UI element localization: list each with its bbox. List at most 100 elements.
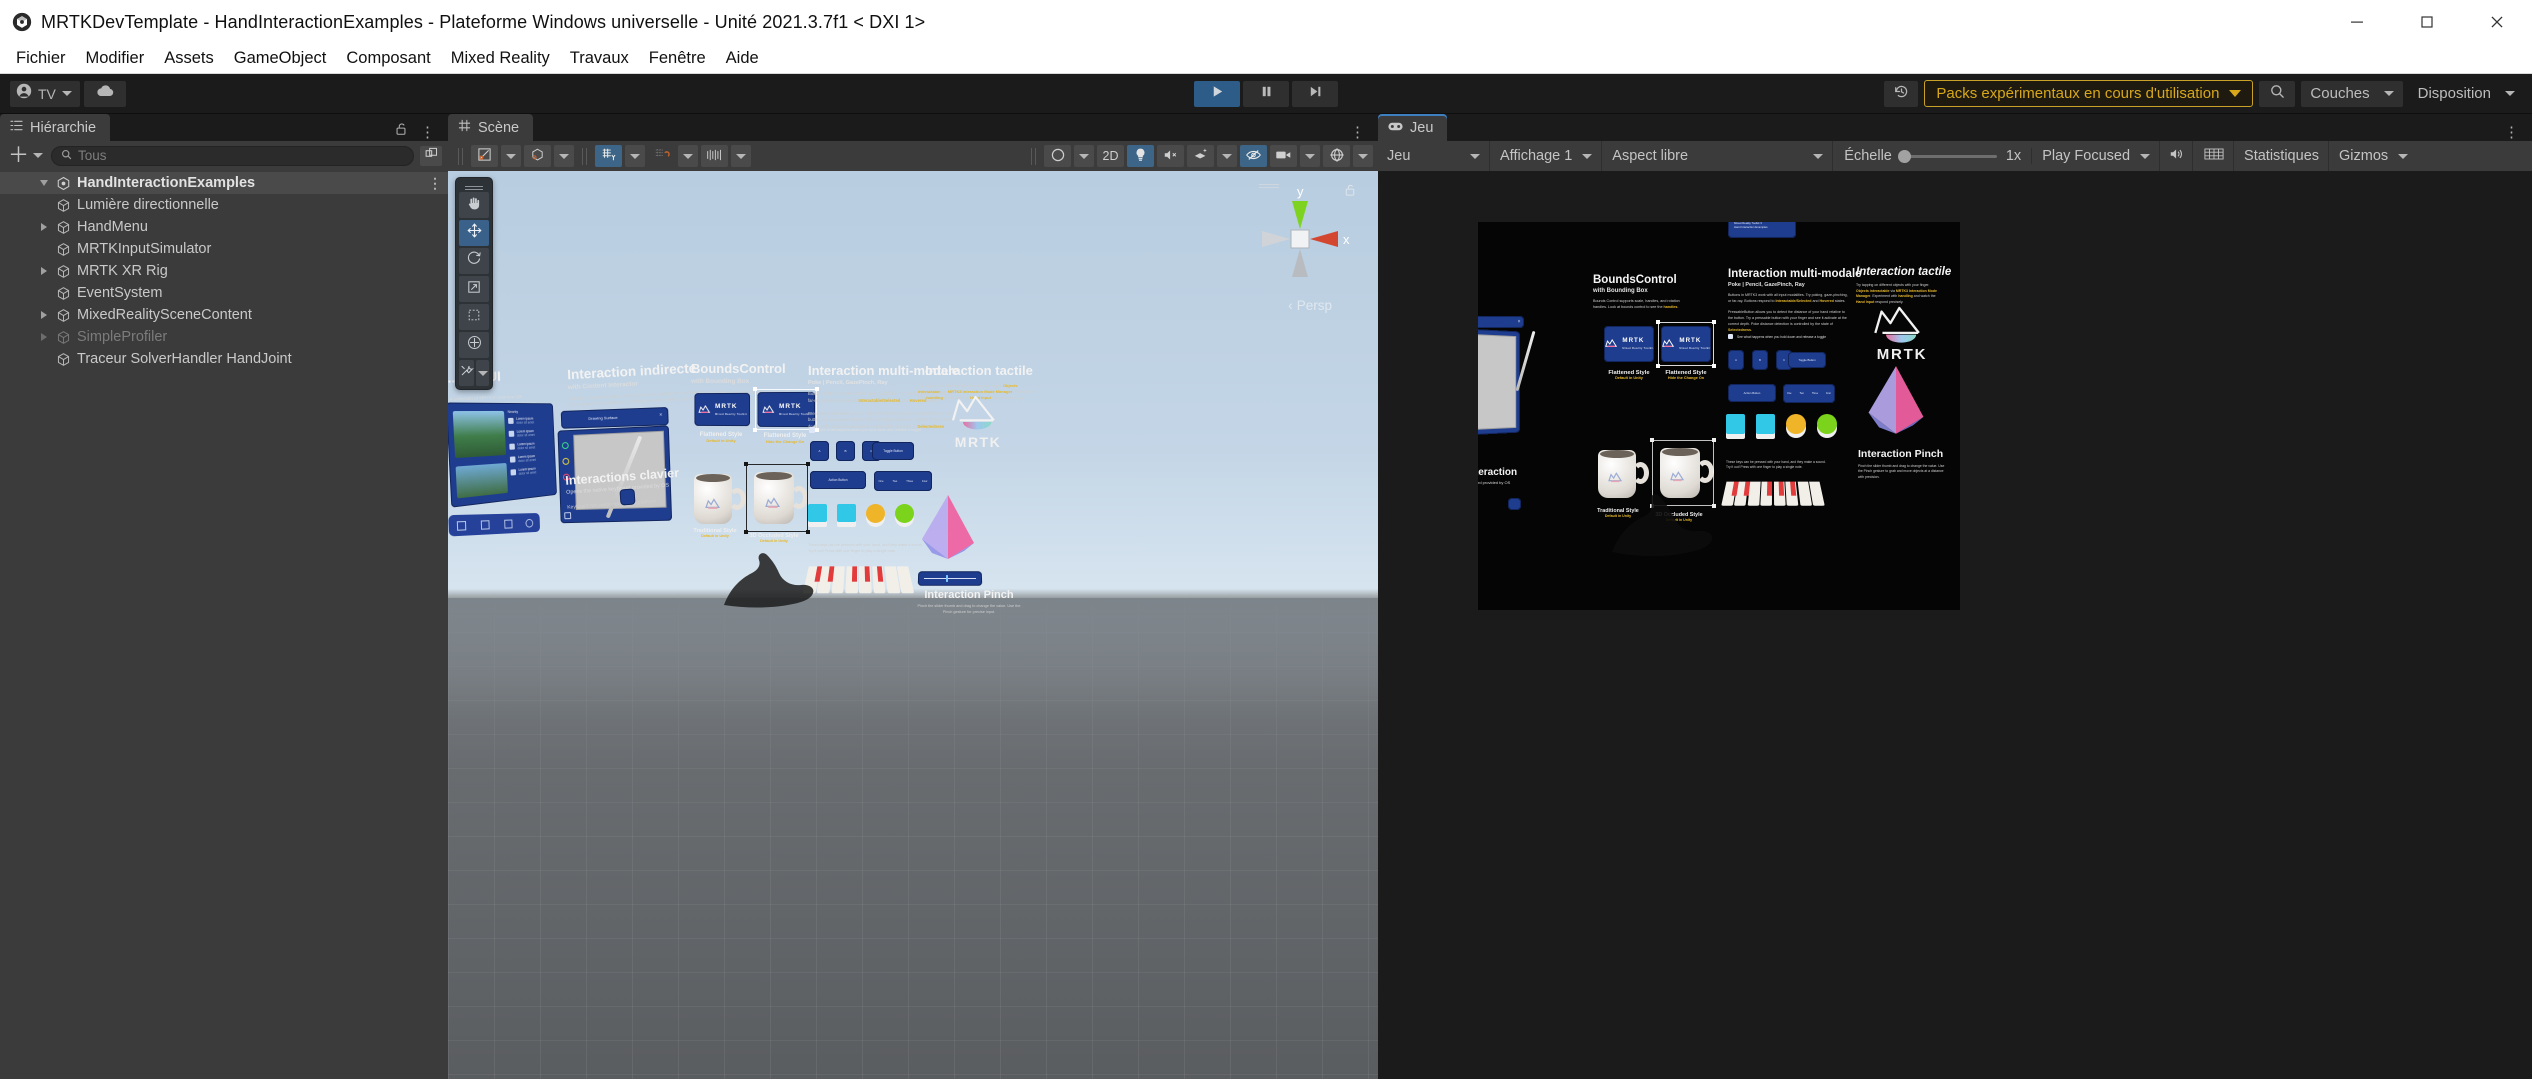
scene-axis-gizmo[interactable]: y x	[1240, 179, 1360, 299]
tree-item-lumiere-directionnelle[interactable]: Lumière directionnelle	[0, 194, 448, 216]
lock-open-icon[interactable]	[394, 122, 408, 141]
maximize-icon[interactable]	[2392, 0, 2462, 44]
game-stats-grid-button[interactable]	[2194, 141, 2234, 171]
game-object-mrtk-slate-a: MRTKMixed Reality Toolkit	[1604, 326, 1654, 362]
game-display-number[interactable]: Affichage 1	[1491, 141, 1602, 171]
draw-mode-dropdown[interactable]	[554, 145, 574, 167]
tree-item-eventsystem[interactable]: EventSystem	[0, 282, 448, 304]
game-gizmos-button[interactable]: Gizmos	[2330, 141, 2417, 171]
scene-camera-button[interactable]	[1270, 145, 1297, 167]
scene-gizmos-button[interactable]	[1323, 145, 1350, 167]
tree-item-handinteractionexamples[interactable]: HandInteractionExamples ⋮	[0, 172, 448, 194]
game-viewport[interactable]: Mixed Reality Toolkit 3Hand Interaction …	[1378, 171, 2532, 1079]
hierarchy-search-input[interactable]: Tous	[51, 146, 414, 166]
tree-item-simpleprofiler[interactable]: SimpleProfiler	[0, 326, 448, 348]
game-stats-button[interactable]: Statistiques	[2235, 141, 2329, 171]
scene-gizmos-dropdown[interactable]	[1353, 145, 1373, 167]
tree-item-mrtk-xr-rig[interactable]: MRTK XR Rig	[0, 260, 448, 282]
pause-button[interactable]	[1243, 81, 1289, 107]
kebab-icon[interactable]: ⋮	[428, 175, 442, 192]
game-aspect-select[interactable]: Aspect libre	[1603, 141, 1833, 171]
kebab-icon[interactable]: ⋮	[420, 123, 436, 141]
tree-item-mrtkinputsimulator[interactable]: MRTKInputSimulator	[0, 238, 448, 260]
shading-mode-button[interactable]	[471, 145, 498, 167]
rotate-tool-button[interactable]	[459, 248, 489, 274]
game-scale-control[interactable]: Échelle 1x	[1834, 148, 2032, 164]
effects-icon	[1193, 147, 1209, 165]
layout-dropdown[interactable]: Disposition	[2409, 81, 2524, 107]
menu-assets[interactable]: Assets	[154, 46, 224, 71]
grid-size-button[interactable]	[701, 145, 728, 167]
tree-item-handmenu[interactable]: HandMenu	[0, 216, 448, 238]
twisty-closed-icon[interactable]	[38, 333, 50, 341]
grid-axis-button[interactable]	[595, 145, 622, 167]
experimental-packages-banner[interactable]: Packs expérimentaux en cours d'utilisati…	[1924, 80, 2253, 107]
gizmo-shading-dropdown[interactable]	[1074, 145, 1094, 167]
close-icon[interactable]	[2462, 0, 2532, 44]
game-scale-slider[interactable]	[1901, 155, 1997, 158]
overlay-grip[interactable]	[459, 182, 489, 190]
slider-knob[interactable]	[1898, 150, 1911, 163]
scene-camera-dropdown[interactable]	[1300, 145, 1320, 167]
custom-tool-button[interactable]	[459, 360, 474, 386]
scale-tool-button[interactable]	[459, 276, 489, 302]
scene-fx-dropdown[interactable]	[1217, 145, 1237, 167]
game-mute-button[interactable]	[2161, 141, 2193, 171]
game-render-surface[interactable]: Mixed Reality Toolkit 3Hand Interaction …	[1478, 222, 1960, 610]
twisty-closed-icon[interactable]	[38, 223, 50, 231]
layers-dropdown[interactable]: Couches	[2301, 81, 2402, 107]
snap-magnet-button[interactable]	[648, 145, 675, 167]
transform-tool-button[interactable]	[459, 332, 489, 358]
menu-gameobject[interactable]: GameObject	[224, 46, 337, 71]
menu-modifier[interactable]: Modifier	[76, 46, 155, 71]
add-object-button[interactable]: ＋	[6, 145, 45, 166]
kebab-icon[interactable]: ⋮	[1350, 123, 1366, 141]
game-focus-mode[interactable]: Play Focused	[2033, 141, 2160, 171]
account-button[interactable]: TV	[10, 81, 80, 107]
scene-fx-button[interactable]	[1187, 145, 1214, 167]
kebab-icon[interactable]: ⋮	[2504, 123, 2520, 141]
tree-item-mixedrealityscenecontent[interactable]: MixedRealitySceneContent	[0, 304, 448, 326]
scene-object-checkbox: See what happens when you hold down and …	[809, 427, 922, 433]
scene-lighting-button[interactable]	[1127, 145, 1154, 167]
mode-2d-button[interactable]: 2D	[1097, 145, 1124, 167]
search-button[interactable]	[2259, 81, 2295, 107]
tree-item-traceur-solverhandler-handjoint[interactable]: Traceur SolverHandler HandJoint	[0, 348, 448, 370]
step-button[interactable]	[1292, 81, 1338, 107]
draw-mode-button[interactable]	[524, 145, 551, 167]
history-button[interactable]	[1884, 81, 1918, 107]
rect-tool-button[interactable]	[459, 304, 489, 330]
snap-dropdown[interactable]	[678, 145, 698, 167]
tab-game[interactable]: Jeu	[1378, 114, 1447, 141]
scene-audio-button[interactable]	[1157, 145, 1184, 167]
menu-fichier[interactable]: Fichier	[6, 46, 76, 71]
transform-tools-overlay[interactable]	[455, 177, 493, 390]
popout-button[interactable]	[420, 146, 442, 166]
menu-composant[interactable]: Composant	[336, 46, 440, 71]
play-button[interactable]	[1194, 81, 1240, 107]
twisty-open-icon[interactable]	[38, 180, 50, 186]
grid-axis-dropdown[interactable]	[625, 145, 645, 167]
menu-fenetre[interactable]: Fenêtre	[639, 46, 716, 71]
scene-viewport[interactable]: ...etric UI A collection of MRTK's commo…	[448, 171, 1378, 1079]
minimize-icon[interactable]	[2322, 0, 2392, 44]
cloud-button[interactable]	[84, 81, 126, 107]
tab-hierarchy[interactable]: Hiérarchie	[0, 114, 110, 141]
tab-scene[interactable]: Scène	[448, 114, 533, 141]
twisty-closed-icon[interactable]	[38, 267, 50, 275]
menu-aide[interactable]: Aide	[716, 46, 769, 71]
shading-mode-dropdown[interactable]	[501, 145, 521, 167]
grid-size-dropdown[interactable]	[731, 145, 751, 167]
menu-mixed-reality[interactable]: Mixed Reality	[441, 46, 560, 71]
custom-tools-dropdown[interactable]	[476, 360, 489, 386]
scene-visibility-button[interactable]	[1240, 145, 1267, 167]
menu-travaux[interactable]: Travaux	[560, 46, 639, 71]
move-tool-button[interactable]	[459, 220, 489, 246]
hand-tool-button[interactable]	[459, 192, 489, 218]
game-display-select[interactable]: Jeu	[1378, 141, 1490, 171]
gizmo-shading-button[interactable]	[1044, 145, 1071, 167]
scene-projection-label[interactable]: ‹ Persp	[1288, 297, 1332, 313]
hierarchy-tabstrip: Hiérarchie ⋮	[0, 114, 448, 141]
twisty-closed-icon[interactable]	[38, 311, 50, 319]
game-focus-mode-label: Play Focused	[2042, 148, 2130, 164]
